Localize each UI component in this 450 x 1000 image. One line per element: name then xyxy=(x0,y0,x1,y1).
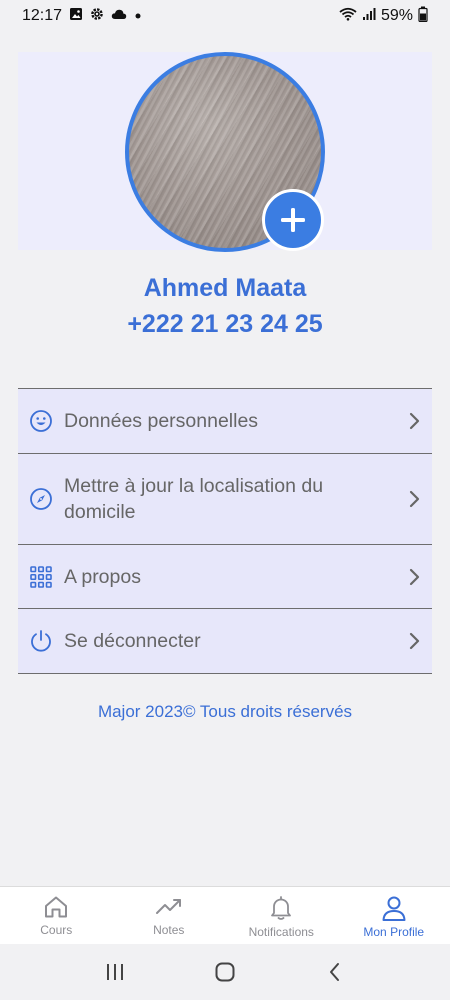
back-chevron-icon xyxy=(330,963,339,981)
menu-item-personal-data[interactable]: Données personnelles xyxy=(18,389,432,454)
menu-item-logout[interactable]: Se déconnecter xyxy=(18,609,432,674)
menu-item-label: A propos xyxy=(64,565,141,588)
wifi-icon xyxy=(339,7,357,26)
grid-icon xyxy=(18,565,64,589)
plus-icon xyxy=(281,208,305,232)
bell-icon xyxy=(271,896,292,920)
nav-item-notifications[interactable]: Notifications xyxy=(225,887,338,944)
battery-icon xyxy=(418,6,428,27)
chevron-right-icon xyxy=(396,490,432,508)
nav-item-cours[interactable]: Cours xyxy=(0,887,113,944)
signal-icon xyxy=(362,7,376,26)
trending-icon xyxy=(155,899,181,914)
compass-icon xyxy=(18,487,64,511)
battery-percent: 59% xyxy=(380,7,413,24)
profile-menu: Données personnelles Mettre à jour la lo… xyxy=(18,388,432,674)
status-time: 12:17 xyxy=(22,7,63,24)
cloud-icon xyxy=(111,7,127,25)
chevron-right-icon xyxy=(396,632,432,650)
home-square-icon xyxy=(215,962,235,982)
status-bar: 12:17 59% xyxy=(0,0,450,32)
back-button[interactable] xyxy=(315,952,355,992)
nav-item-notes[interactable]: Notes xyxy=(113,887,226,944)
menu-item-label: Mettre à jour la localisation du domicil… xyxy=(64,475,324,523)
avatar-container xyxy=(125,52,325,252)
system-nav-bar xyxy=(0,944,450,1000)
home-button[interactable] xyxy=(205,952,245,992)
nav-label: Mon Profile xyxy=(363,925,425,939)
recent-apps-button[interactable] xyxy=(95,952,135,992)
menu-item-update-location[interactable]: Mettre à jour la localisation du domicil… xyxy=(18,454,432,545)
menu-item-label: Données personnelles xyxy=(64,410,259,432)
settings-icon xyxy=(90,7,104,26)
add-photo-button[interactable] xyxy=(262,189,324,251)
smile-icon xyxy=(18,409,64,433)
notification-dot-icon xyxy=(134,7,142,25)
bottom-nav: Cours Notes Notifications Mon Profile xyxy=(0,886,450,944)
chevron-right-icon xyxy=(396,412,432,430)
user-icon xyxy=(382,896,406,921)
gallery-icon xyxy=(69,7,83,26)
nav-label: Cours xyxy=(40,923,73,937)
recent-apps-icon xyxy=(107,964,123,980)
nav-label: Notes xyxy=(153,923,185,937)
status-left: 12:17 xyxy=(22,7,142,26)
menu-item-about[interactable]: A propos xyxy=(18,545,432,609)
status-right: 59% xyxy=(339,6,428,27)
home-icon xyxy=(45,896,68,918)
chevron-right-icon xyxy=(396,568,432,586)
menu-item-label: Se déconnecter xyxy=(64,630,201,652)
user-phone: +222 21 23 24 25 xyxy=(127,310,323,338)
user-name: Ahmed Maata xyxy=(143,274,307,302)
copyright-text: Major 2023© Tous droits réservés xyxy=(97,702,353,721)
power-icon xyxy=(18,629,64,653)
nav-label: Notifications xyxy=(248,925,314,939)
nav-item-mon-profile[interactable]: Mon Profile xyxy=(338,887,450,944)
